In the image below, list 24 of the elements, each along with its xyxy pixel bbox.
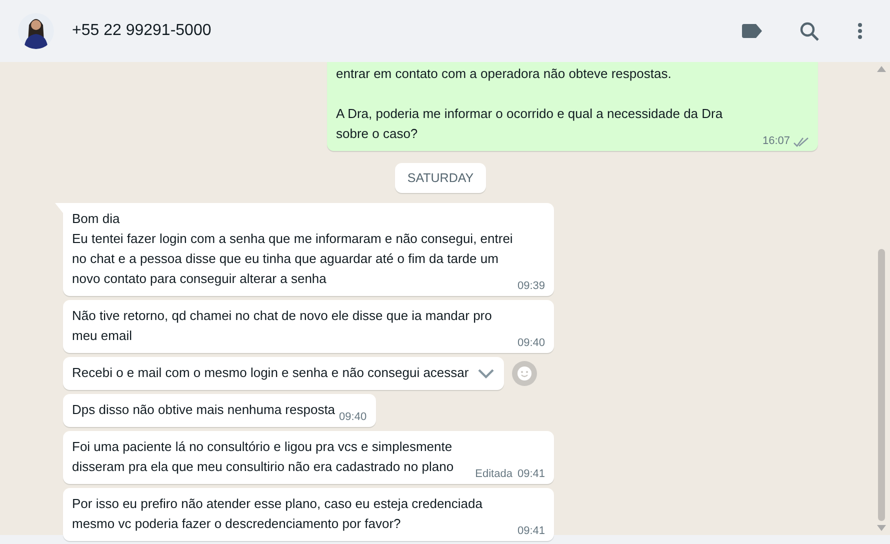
chevron-down-icon[interactable] xyxy=(476,368,495,378)
scroll-thumb[interactable] xyxy=(878,249,885,521)
edited-label: Editada xyxy=(475,467,512,482)
message-time: 09:41 xyxy=(517,467,545,482)
message-time: 09:40 xyxy=(339,410,367,425)
message-text: Foi uma paciente lá no consultório e ligou pra vcs e simplesmente disseram pra ela que meu consultirio não era cadastrado no plano xyxy=(72,438,455,476)
contact-name[interactable]: +55 22 99291-5000 xyxy=(72,22,212,40)
scroll-down-icon[interactable] xyxy=(877,525,886,531)
message-time: 16:07 xyxy=(762,134,790,149)
label-icon[interactable] xyxy=(742,24,762,38)
message-text: Bom dia Eu tentei fazer login com a senha que me informaram e não consegui, entrei no chat e a pessoa disse que eu tinha que aguardar até o fim da tarde um novo contato para conseguir alterar a senha xyxy=(72,210,514,288)
message-text: Não tive retorno, qd chamei no chat de novo ele disse que ia mandar pro meu email xyxy=(72,307,493,345)
message-text: Por isso eu prefiro não atender esse plano, caso eu esteja credenciada mesmo vc poderia fazer o descredenciamento por favor? xyxy=(72,495,484,533)
menu-icon[interactable] xyxy=(857,22,863,40)
message-time: 09:40 xyxy=(517,336,545,351)
message-text: Recebi o e mail com o mesmo login e senha e não consegui acessar xyxy=(72,364,469,382)
message-time: 09:41 xyxy=(517,524,545,539)
avatar[interactable] xyxy=(18,13,54,49)
message-time: 09:39 xyxy=(517,279,545,294)
message-text: entrar em contato com a operadora não obteve respostas. A Dra, poderia me informar o ocorrido e qual a necessidade da Dra sobre o caso? xyxy=(336,65,724,143)
search-icon[interactable] xyxy=(800,22,819,40)
message-text: Dps disso não obtive mais nenhuma resposta xyxy=(72,401,336,419)
scroll-up-icon[interactable] xyxy=(877,66,886,72)
emoji-icon[interactable] xyxy=(512,361,537,386)
